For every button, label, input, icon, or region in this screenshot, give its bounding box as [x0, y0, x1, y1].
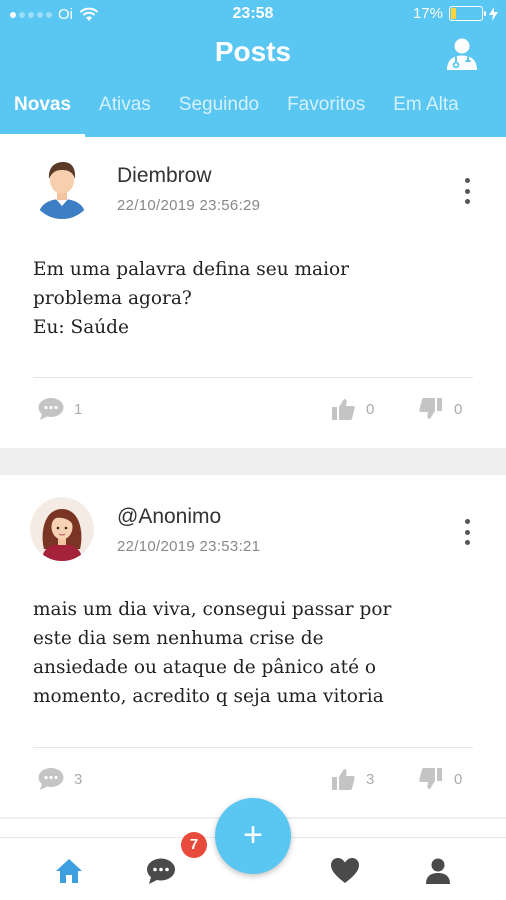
tab-bar: Novas Ativas Seguindo Favoritos Em Alta	[0, 92, 506, 137]
like-count: 0	[366, 400, 375, 418]
post-actions: 1 0 0	[0, 397, 506, 427]
post-card[interactable]: Diembrow 22/10/2019 23:56:29 Em uma pala…	[0, 137, 506, 448]
comment-count: 1	[74, 400, 83, 418]
post-author[interactable]: Diembrow	[117, 164, 212, 188]
tab-seguindo[interactable]: Seguindo	[165, 92, 273, 137]
like-button[interactable]: 0	[330, 397, 374, 421]
doctor-profile-icon[interactable]	[444, 36, 480, 72]
post-options-icon[interactable]	[462, 519, 472, 545]
status-bar-right: 17%	[413, 5, 498, 22]
like-button[interactable]: 3	[330, 767, 374, 791]
battery-icon	[449, 6, 486, 21]
dislike-button[interactable]: 0	[418, 397, 462, 421]
post-content[interactable]: mais um dia viva, consegui passar por es…	[33, 595, 473, 711]
comment-icon	[38, 398, 64, 420]
post-date: 22/10/2019 23:56:29	[117, 197, 261, 214]
male-avatar-icon	[30, 155, 94, 219]
avatar[interactable]	[30, 497, 94, 561]
thumbs-down-icon	[419, 398, 442, 419]
comment-button[interactable]: 1	[38, 397, 82, 421]
app-header: Oi 23:58 17% Posts Novas Ativas Seguindo…	[0, 0, 506, 137]
thumbs-up-icon	[332, 769, 355, 790]
comment-count: 3	[74, 770, 83, 788]
dislike-count: 0	[454, 400, 463, 418]
battery-percent: 17%	[412, 5, 443, 22]
post-divider	[33, 747, 473, 748]
post-divider	[33, 377, 473, 378]
post-options-icon[interactable]	[462, 178, 472, 204]
chat-icon[interactable]	[146, 856, 176, 886]
new-post-button[interactable]: +	[215, 798, 291, 874]
post-feed: Diembrow 22/10/2019 23:56:29 Em uma pala…	[0, 137, 506, 837]
thumbs-down-icon	[419, 768, 442, 789]
post-actions: 3 3 0	[0, 767, 506, 797]
tab-novas[interactable]: Novas	[0, 92, 86, 137]
post-author[interactable]: @Anonimo	[117, 505, 221, 529]
charging-icon	[489, 6, 498, 21]
comment-button[interactable]: 3	[38, 767, 82, 791]
status-bar: Oi 23:58 17%	[0, 0, 506, 30]
tab-ativas[interactable]: Ativas	[85, 92, 165, 137]
user-icon[interactable]	[423, 856, 453, 886]
home-icon[interactable]	[54, 856, 84, 886]
avatar[interactable]	[30, 155, 94, 219]
female-avatar-icon	[30, 497, 94, 561]
like-count: 3	[366, 770, 375, 788]
dislike-button[interactable]: 0	[418, 767, 462, 791]
page-title: Posts	[214, 36, 292, 67]
chat-badge: 7	[181, 832, 207, 858]
dislike-count: 0	[454, 770, 463, 788]
heart-icon[interactable]	[330, 856, 360, 886]
thumbs-up-icon	[332, 399, 355, 420]
post-content[interactable]: Em uma palavra defina seu maior problema…	[33, 255, 473, 342]
post-card[interactable]: @Anonimo 22/10/2019 23:53:21 mais um dia…	[0, 475, 506, 817]
battery-fill	[451, 8, 456, 19]
post-date: 22/10/2019 23:53:21	[117, 538, 261, 555]
comment-icon	[38, 768, 64, 790]
tab-em-alta[interactable]: Em Alta	[379, 92, 472, 137]
tab-favoritos[interactable]: Favoritos	[273, 92, 379, 137]
